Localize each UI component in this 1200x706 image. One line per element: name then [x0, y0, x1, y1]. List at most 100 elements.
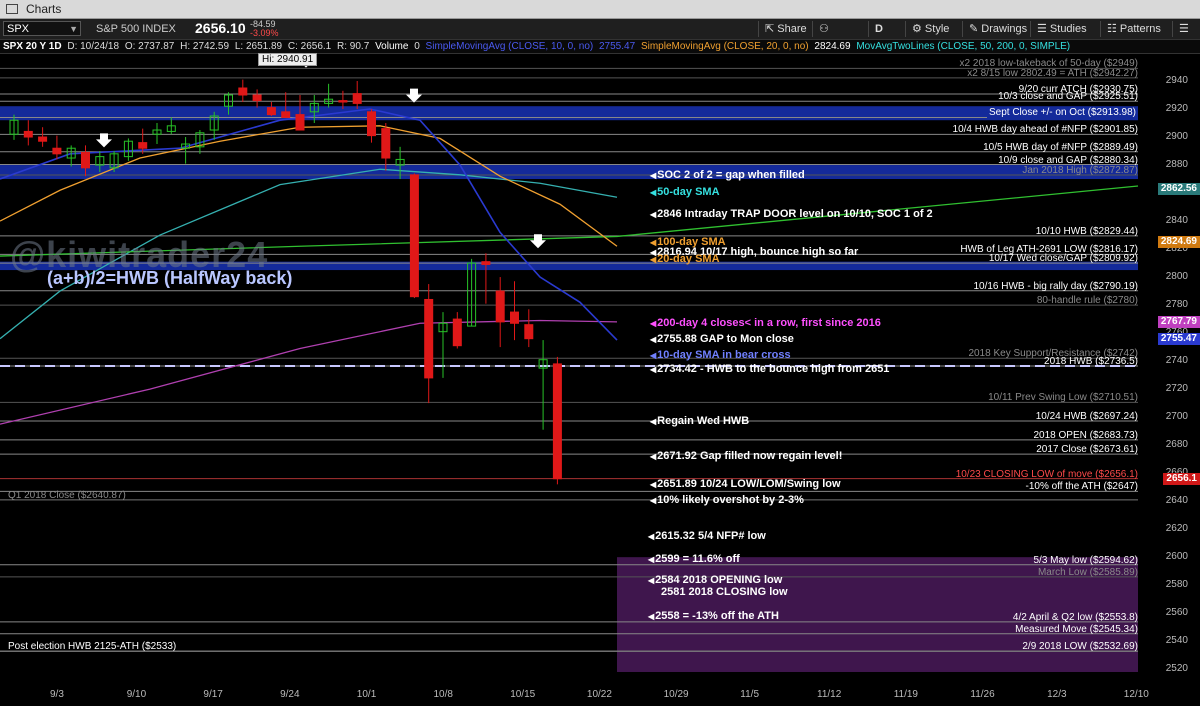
share-button[interactable]: ⇱ Share	[758, 21, 807, 37]
candle-body	[481, 261, 491, 265]
level-label: 80-handle rule ($2780)	[1036, 295, 1138, 307]
bar-high: H: 2742.59	[180, 41, 230, 52]
candle-body	[338, 100, 348, 103]
x-axis-label: 9/17	[203, 689, 223, 700]
price-box: 2767.79	[1157, 316, 1200, 329]
candle-body	[510, 311, 519, 324]
level-label-left: Q1 2018 Close ($2640.87)	[8, 489, 126, 501]
x-axis-label: 12/10	[1123, 689, 1149, 700]
down-arrow-icon	[530, 234, 546, 249]
level-label: 2018 OPEN ($2683.73)	[1033, 429, 1138, 441]
y-axis-label: 2560	[1165, 607, 1188, 619]
candle-body	[252, 94, 262, 102]
drawings-label: Drawings	[981, 23, 1028, 35]
bar-close: C: 2656.1	[287, 41, 332, 52]
y-axis-label: 2720	[1165, 383, 1188, 395]
symbol-input[interactable]: SPX ▼	[3, 21, 81, 36]
drawings-button[interactable]: ✎ Drawings	[962, 21, 1027, 37]
aggregation-button[interactable]: D	[868, 21, 883, 37]
y-axis-label: 2640	[1165, 495, 1188, 507]
chart-annotation: 2581 2018 CLOSING low	[661, 586, 788, 599]
chart-annotation: 2755.88 GAP to Mon close	[650, 333, 794, 346]
chart-annotation: 10-day SMA in bear cross	[650, 349, 790, 362]
candle-body	[38, 136, 48, 142]
candle-body	[409, 174, 419, 298]
level-label: 10/11 Prev Swing Low ($2710.51)	[988, 392, 1138, 404]
y-axis-label: 2520	[1165, 663, 1188, 675]
level-label: March Low ($2585.89)	[1037, 566, 1138, 578]
candle-body	[238, 87, 248, 96]
hi-label: Hi: 2940.91	[258, 53, 318, 66]
level-label: 2/9 2018 LOW ($2532.69)	[1022, 641, 1138, 653]
chart-annotation: 2651.89 10/24 LOW/LOM/Swing low	[650, 478, 840, 491]
price-box: 2755.47	[1157, 333, 1200, 346]
price-box: 2862.56	[1157, 183, 1200, 196]
level-label: 10/3 close and GAP ($2925.51)	[998, 91, 1138, 103]
sma10-study[interactable]: SimpleMovingAvg (CLOSE, 10, 0, no)	[426, 41, 594, 52]
level-label: 2018 HWB ($2736.5)	[1044, 355, 1138, 367]
candle-body	[138, 142, 148, 149]
x-axis-label: 9/24	[280, 689, 300, 700]
bar-date: D: 10/24/18	[67, 41, 120, 52]
window-titlebar: Charts	[0, 0, 1200, 19]
y-axis-label: 2540	[1165, 635, 1188, 647]
level-label: x2 8/15 low 2802.49 = ATH ($2942.27)	[967, 67, 1138, 79]
chart-annotation: 2584 2018 OPENING low	[648, 574, 782, 587]
y-axis-label: 2880	[1165, 159, 1188, 171]
movavg-study[interactable]: MovAvgTwoLines (CLOSE, 50, 200, 0, SIMPL…	[856, 41, 1070, 52]
y-axis-label: 2580	[1165, 579, 1188, 591]
level-label: 10/4 HWB day ahead of #NFP ($2901.85)	[952, 124, 1138, 136]
studies-button[interactable]: ☰ Studies	[1030, 21, 1087, 37]
y-axis-label: 2800	[1165, 271, 1188, 283]
level-label: 2017 Close ($2673.61)	[1036, 444, 1138, 456]
y-axis-label: 2940	[1165, 75, 1188, 86]
sma20-line	[0, 125, 618, 247]
chart-annotation: 2558 = -13% off the ATH	[648, 610, 779, 623]
sma20-study[interactable]: SimpleMovingAvg (CLOSE, 20, 0, no)	[641, 41, 809, 52]
style-button[interactable]: ⚙ Style	[905, 21, 949, 37]
level-label: Jan 2018 High ($2872.87)	[1022, 165, 1138, 177]
menu-icon[interactable]: ☰	[1172, 21, 1189, 37]
chart-annotation: 50-day SMA	[650, 186, 719, 199]
chevron-down-icon[interactable]: ▼	[69, 22, 78, 37]
level-label: 10/24 HWB ($2697.24)	[1035, 410, 1138, 422]
level-label-left: Post election HWB 2125-ATH ($2533)	[8, 640, 177, 652]
chart-annotation: SOC 2 of 2 = gap when filled	[650, 169, 805, 182]
y-axis-label: 2840	[1165, 215, 1188, 227]
charts-window-icon	[6, 4, 18, 14]
candle-body	[23, 130, 33, 138]
level-label: Measured Move ($2545.34)	[1015, 623, 1138, 635]
chart-annotation: 2671.92 Gap filled now regain level!	[650, 450, 842, 463]
level-label: 10/5 HWB day of #NFP ($2889.49)	[983, 141, 1138, 153]
sma10-value: 2755.47	[599, 41, 636, 52]
candle-body	[452, 318, 462, 347]
down-arrow-icon	[96, 133, 112, 148]
chart-annotation: 20-day SMA	[650, 253, 719, 266]
chart-annotation: 2615.32 5/4 NFP# low	[648, 530, 766, 543]
flask-icon[interactable]: ⚇	[812, 21, 829, 37]
x-axis-label: 11/19	[893, 689, 918, 700]
patterns-button[interactable]: ☷ Patterns	[1100, 21, 1161, 37]
bar-open: O: 2737.87	[124, 41, 175, 52]
chart-toolbar: SPX ▼ S&P 500 INDEX 2656.10 -84.59 -3.09…	[0, 19, 1200, 40]
candle-body	[552, 363, 562, 480]
y-axis-label: 2900	[1165, 131, 1188, 143]
x-axis-label: 10/22	[586, 689, 612, 700]
x-axis-label: 12/3	[1047, 689, 1067, 700]
chart-header: SPX 20 Y 1D	[3, 41, 62, 52]
level-label: 10/23 CLOSING LOW of move ($2656.1)	[955, 468, 1138, 480]
level-label: 4/2 April & Q2 low ($2553.8)	[1012, 611, 1138, 623]
x-axis-label: 10/29	[663, 689, 689, 700]
x-axis-label: 10/1	[356, 689, 377, 700]
studies-label: Studies	[1049, 23, 1087, 35]
level-label: 10/10 HWB ($2829.44)	[1035, 225, 1138, 237]
aggregation-label: D	[875, 23, 883, 35]
pct-change: -3.09%	[250, 28, 279, 38]
symbol-value: SPX	[7, 23, 30, 35]
candle-body	[381, 128, 391, 159]
candle-body	[52, 147, 62, 155]
y-axis-label: 2700	[1165, 411, 1188, 423]
volume-label[interactable]: Volume	[375, 41, 408, 52]
price-chart[interactable]: @kiwitrader24 (a+b)/2=HWB (HalfWay back)…	[0, 53, 1200, 706]
volume-value: 0	[414, 41, 420, 52]
